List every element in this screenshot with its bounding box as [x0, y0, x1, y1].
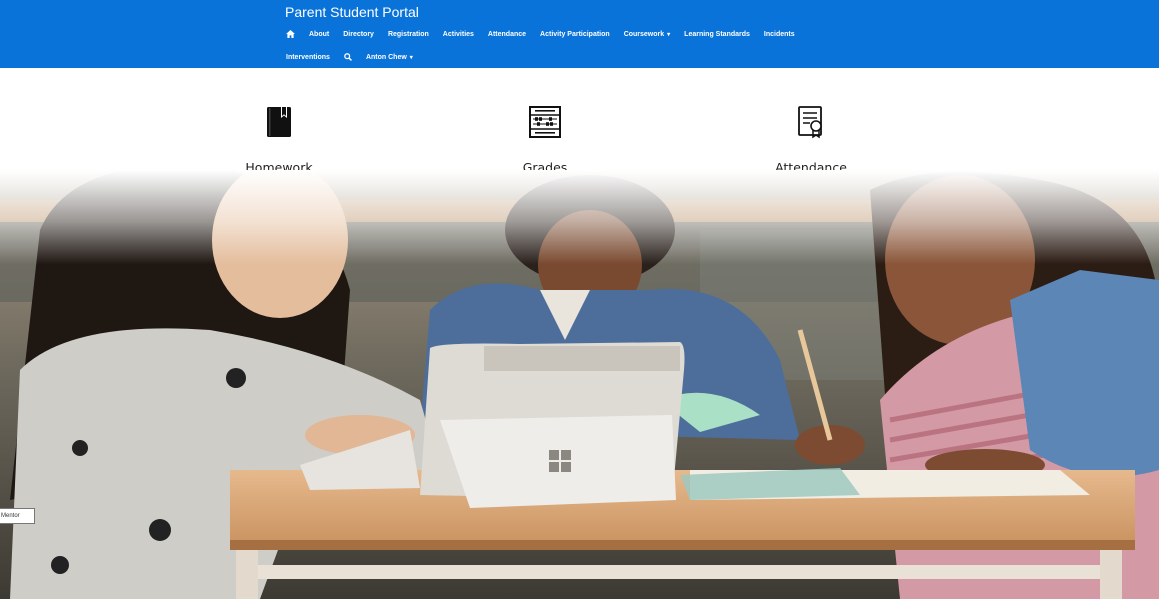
caret-down-icon: ▾ [409, 54, 413, 61]
nav-activity-participation[interactable]: Activity Participation [540, 31, 610, 38]
nav-about[interactable]: About [309, 31, 329, 38]
nav-row-secondary: Interventions Anton Chew ▾ [286, 49, 427, 65]
user-name: Anton Chew [365, 53, 407, 61]
nav-row-primary: About Directory Registration Activities … [286, 26, 809, 42]
classroom-photo [0, 170, 1159, 599]
nav-registration[interactable]: Registration [388, 31, 429, 38]
nav-learning-standards[interactable]: Learning Standards [684, 31, 750, 38]
side-tab[interactable]: ft Mentor [0, 508, 35, 524]
caret-down-icon: ▾ [667, 31, 671, 38]
nav-coursework-dropdown[interactable]: Coursework ▾ [624, 31, 670, 38]
user-menu-dropdown[interactable]: Anton Chew ▾ [366, 54, 413, 61]
feature-homework[interactable]: Homework [179, 104, 379, 175]
book-icon [267, 107, 291, 137]
abacus-icon [529, 106, 561, 138]
nav-directory[interactable]: Directory [343, 31, 374, 38]
nav-attendance[interactable]: Attendance [488, 31, 526, 38]
feature-grades[interactable]: Grades [445, 104, 645, 175]
feature-attendance[interactable]: Attendance [711, 104, 911, 175]
nav-incidents[interactable]: Incidents [764, 31, 795, 38]
certificate-icon [798, 106, 822, 139]
nav-activities[interactable]: Activities [443, 31, 474, 38]
nav-interventions[interactable]: Interventions [286, 54, 330, 61]
top-navbar: Parent Student Portal About Directory Re… [0, 0, 1159, 68]
brand-title[interactable]: Parent Student Portal [285, 4, 419, 20]
search-icon[interactable] [344, 53, 352, 61]
nav-coursework-label: Coursework [623, 30, 665, 38]
home-icon[interactable] [286, 30, 295, 38]
